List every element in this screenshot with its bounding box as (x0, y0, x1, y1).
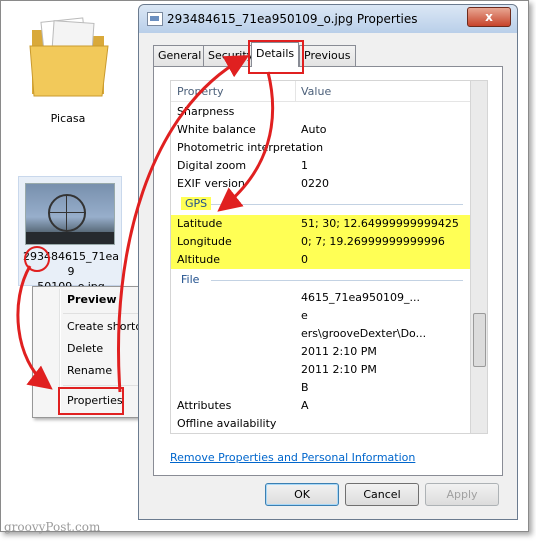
annotation-arrows (16, 55, 275, 393)
arrow-file-to-menu (16, 265, 53, 390)
watermark: groovyPost.com (4, 520, 101, 534)
arrow-properties-to-details (117, 55, 250, 393)
tab-details[interactable]: Details (251, 42, 300, 67)
arrow-details-to-gps (217, 71, 275, 212)
